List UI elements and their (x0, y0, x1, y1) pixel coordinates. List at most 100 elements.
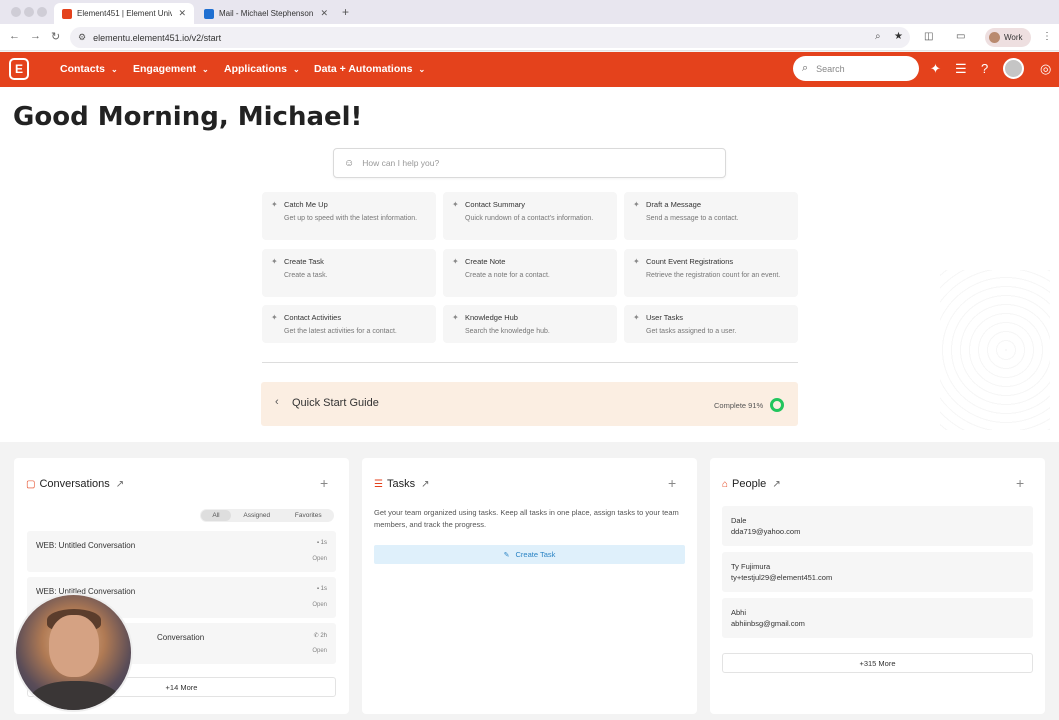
person-name: Abhi (731, 608, 747, 617)
ai-chat-icon: ☺ (344, 157, 355, 169)
browser-address-bar: ← → ↻ ⚙ elementu.element451.io/v2/start … (0, 24, 1059, 51)
person-item[interactable]: Abhi abhiinbsg@gmail.com (722, 598, 1033, 638)
prompt-card-user-tasks[interactable]: ✦ User Tasks Get tasks assigned to a use… (624, 305, 798, 343)
card-desc: Search the knowledge hub. (465, 328, 550, 335)
add-person-button[interactable]: + (1016, 475, 1024, 491)
help-icon[interactable]: ? (981, 61, 988, 76)
filter-all[interactable]: All (201, 510, 231, 521)
browser-tab-element451[interactable]: Element451 | Element Univers ✕ (54, 3, 194, 24)
people-header: ⌂ People ↗ (722, 478, 781, 490)
close-tab-icon[interactable]: ✕ (178, 8, 186, 19)
extensions-icon[interactable]: ◫ (924, 31, 933, 42)
decorative-dots (940, 270, 1050, 430)
filter-favorites[interactable]: Favorites (283, 512, 335, 519)
browser-menu-icon[interactable]: ⋮ (1042, 31, 1052, 42)
nav-contacts[interactable]: Contacts ⌄ (60, 63, 118, 75)
support-icon[interactable]: ◎ (1040, 61, 1051, 77)
prompt-card-draft-message[interactable]: ✦ Draft a Message Send a message to a co… (624, 192, 798, 240)
forward-arrow-icon[interactable]: → (30, 30, 41, 42)
search-icon: ⌕ (802, 62, 809, 74)
chevron-down-icon: ⌄ (110, 65, 118, 74)
progress-ring-icon (770, 398, 784, 412)
ask-placeholder: How can I help you? (362, 158, 440, 168)
nav-label: Applications (224, 63, 288, 75)
sparkle-icon: ✦ (633, 200, 640, 209)
conversation-status: Open (312, 602, 327, 608)
external-link-icon[interactable]: ↗ (772, 479, 780, 490)
card-desc: Send a message to a contact. (646, 215, 739, 222)
conversation-item[interactable]: WEB: Untitled Conversation ▪ 1s Open (27, 531, 336, 572)
card-desc: Get up to speed with the latest informat… (284, 215, 418, 222)
browser-tab-mail[interactable]: Mail - Michael Stephenson - ✕ (196, 3, 336, 24)
card-title: Contact Summary (465, 200, 526, 209)
window-close-button[interactable] (11, 7, 21, 17)
webcam-overlay (14, 593, 133, 712)
conversation-filter: All Assigned Favorites (200, 509, 334, 522)
filter-assigned[interactable]: Assigned (231, 512, 283, 519)
profile-avatar (989, 32, 1000, 43)
nav-data-automations[interactable]: Data + Automations ⌄ (314, 63, 425, 75)
card-title: Knowledge Hub (465, 313, 518, 322)
new-tab-icon[interactable]: + (342, 5, 349, 19)
task-list-icon: ☰ (374, 479, 383, 490)
chevron-down-icon: ⌄ (202, 65, 209, 74)
tasks-header: ☰ Tasks ↗ (374, 478, 429, 490)
site-settings-icon[interactable]: ⚙ (78, 32, 86, 43)
conversation-status: Open (312, 648, 327, 654)
prompt-card-contact-activities[interactable]: ✦ Contact Activities Get the latest acti… (262, 305, 436, 343)
sparkle-icon: ✦ (271, 257, 278, 266)
user-avatar[interactable] (1003, 58, 1024, 79)
nav-engagement[interactable]: Engagement ⌄ (133, 63, 209, 75)
person-name: Ty Fujimura (731, 562, 771, 571)
sidebar-icon[interactable]: ▭ (956, 31, 965, 42)
ai-assistant-icon[interactable]: ✦ (930, 61, 941, 77)
card-title: Count Event Registrations (646, 257, 734, 266)
person-item[interactable]: Ty Fujimura ty+testjul29@element451.com (722, 552, 1033, 592)
prompt-card-catch-me-up[interactable]: ✦ Catch Me Up Get up to speed with the l… (262, 192, 436, 240)
add-task-button[interactable]: + (668, 475, 676, 491)
chevron-left-icon[interactable]: ‹ (275, 396, 279, 408)
person-name: Dale (731, 516, 747, 525)
quick-start-guide-banner[interactable]: ‹ Quick Start Guide Complete 91% (261, 382, 798, 426)
close-tab-icon[interactable]: ✕ (320, 8, 328, 19)
sparkle-icon: ✦ (452, 200, 459, 209)
external-link-icon[interactable]: ↗ (421, 479, 429, 490)
prompt-card-count-event-registrations[interactable]: ✦ Count Event Registrations Retrieve the… (624, 249, 798, 297)
conversation-age: ▪ 1s (316, 586, 327, 592)
card-title: Catch Me Up (284, 200, 328, 209)
webcam-face (49, 615, 99, 677)
conversation-name: WEB: Untitled Conversation (36, 541, 136, 550)
prompt-card-create-note[interactable]: ✦ Create Note Create a note for a contac… (443, 249, 617, 297)
element451-favicon-icon (62, 8, 72, 19)
window-zoom-button[interactable] (37, 7, 47, 17)
chevron-down-icon: ⌄ (418, 65, 426, 74)
element451-logo[interactable]: E (9, 58, 29, 80)
prompt-card-create-task[interactable]: ✦ Create Task Create a task. (262, 249, 436, 297)
card-desc: Retrieve the registration count for an e… (646, 272, 781, 279)
zoom-icon[interactable]: ⌕ (875, 31, 881, 42)
card-desc: Get tasks assigned to a user. (646, 328, 737, 335)
chevron-down-icon: ⌄ (293, 65, 300, 74)
outlook-favicon-icon (204, 8, 214, 19)
back-arrow-icon[interactable]: ← (9, 30, 20, 42)
prompt-card-contact-summary[interactable]: ✦ Contact Summary Quick rundown of a con… (443, 192, 617, 240)
external-link-icon[interactable]: ↗ (116, 479, 124, 490)
create-task-button[interactable]: ✎ Create Task (374, 545, 685, 564)
tasks-checklist-icon[interactable]: ☰ (955, 61, 967, 77)
nav-applications[interactable]: Applications ⌄ (224, 63, 300, 75)
panel-title: Conversations (39, 478, 110, 490)
global-search-input[interactable]: ⌕ Search (793, 56, 919, 81)
more-people-button[interactable]: +315 More (722, 653, 1033, 673)
edit-icon: ✎ (503, 551, 510, 559)
profile-button[interactable]: Work (985, 28, 1031, 47)
prompt-card-knowledge-hub[interactable]: ✦ Knowledge Hub Search the knowledge hub… (443, 305, 617, 343)
url-field[interactable]: ⚙ elementu.element451.io/v2/start (70, 27, 910, 48)
ai-ask-input[interactable]: ☺ How can I help you? (333, 148, 726, 178)
bookmark-star-icon[interactable]: ★ (894, 31, 903, 42)
reload-icon[interactable]: ↻ (51, 30, 60, 43)
person-item[interactable]: Dale dda719@yahoo.com (722, 506, 1033, 546)
window-minimize-button[interactable] (24, 7, 34, 17)
add-conversation-button[interactable]: + (320, 475, 328, 491)
quick-start-title: Quick Start Guide (292, 397, 379, 409)
section-divider (262, 362, 798, 363)
